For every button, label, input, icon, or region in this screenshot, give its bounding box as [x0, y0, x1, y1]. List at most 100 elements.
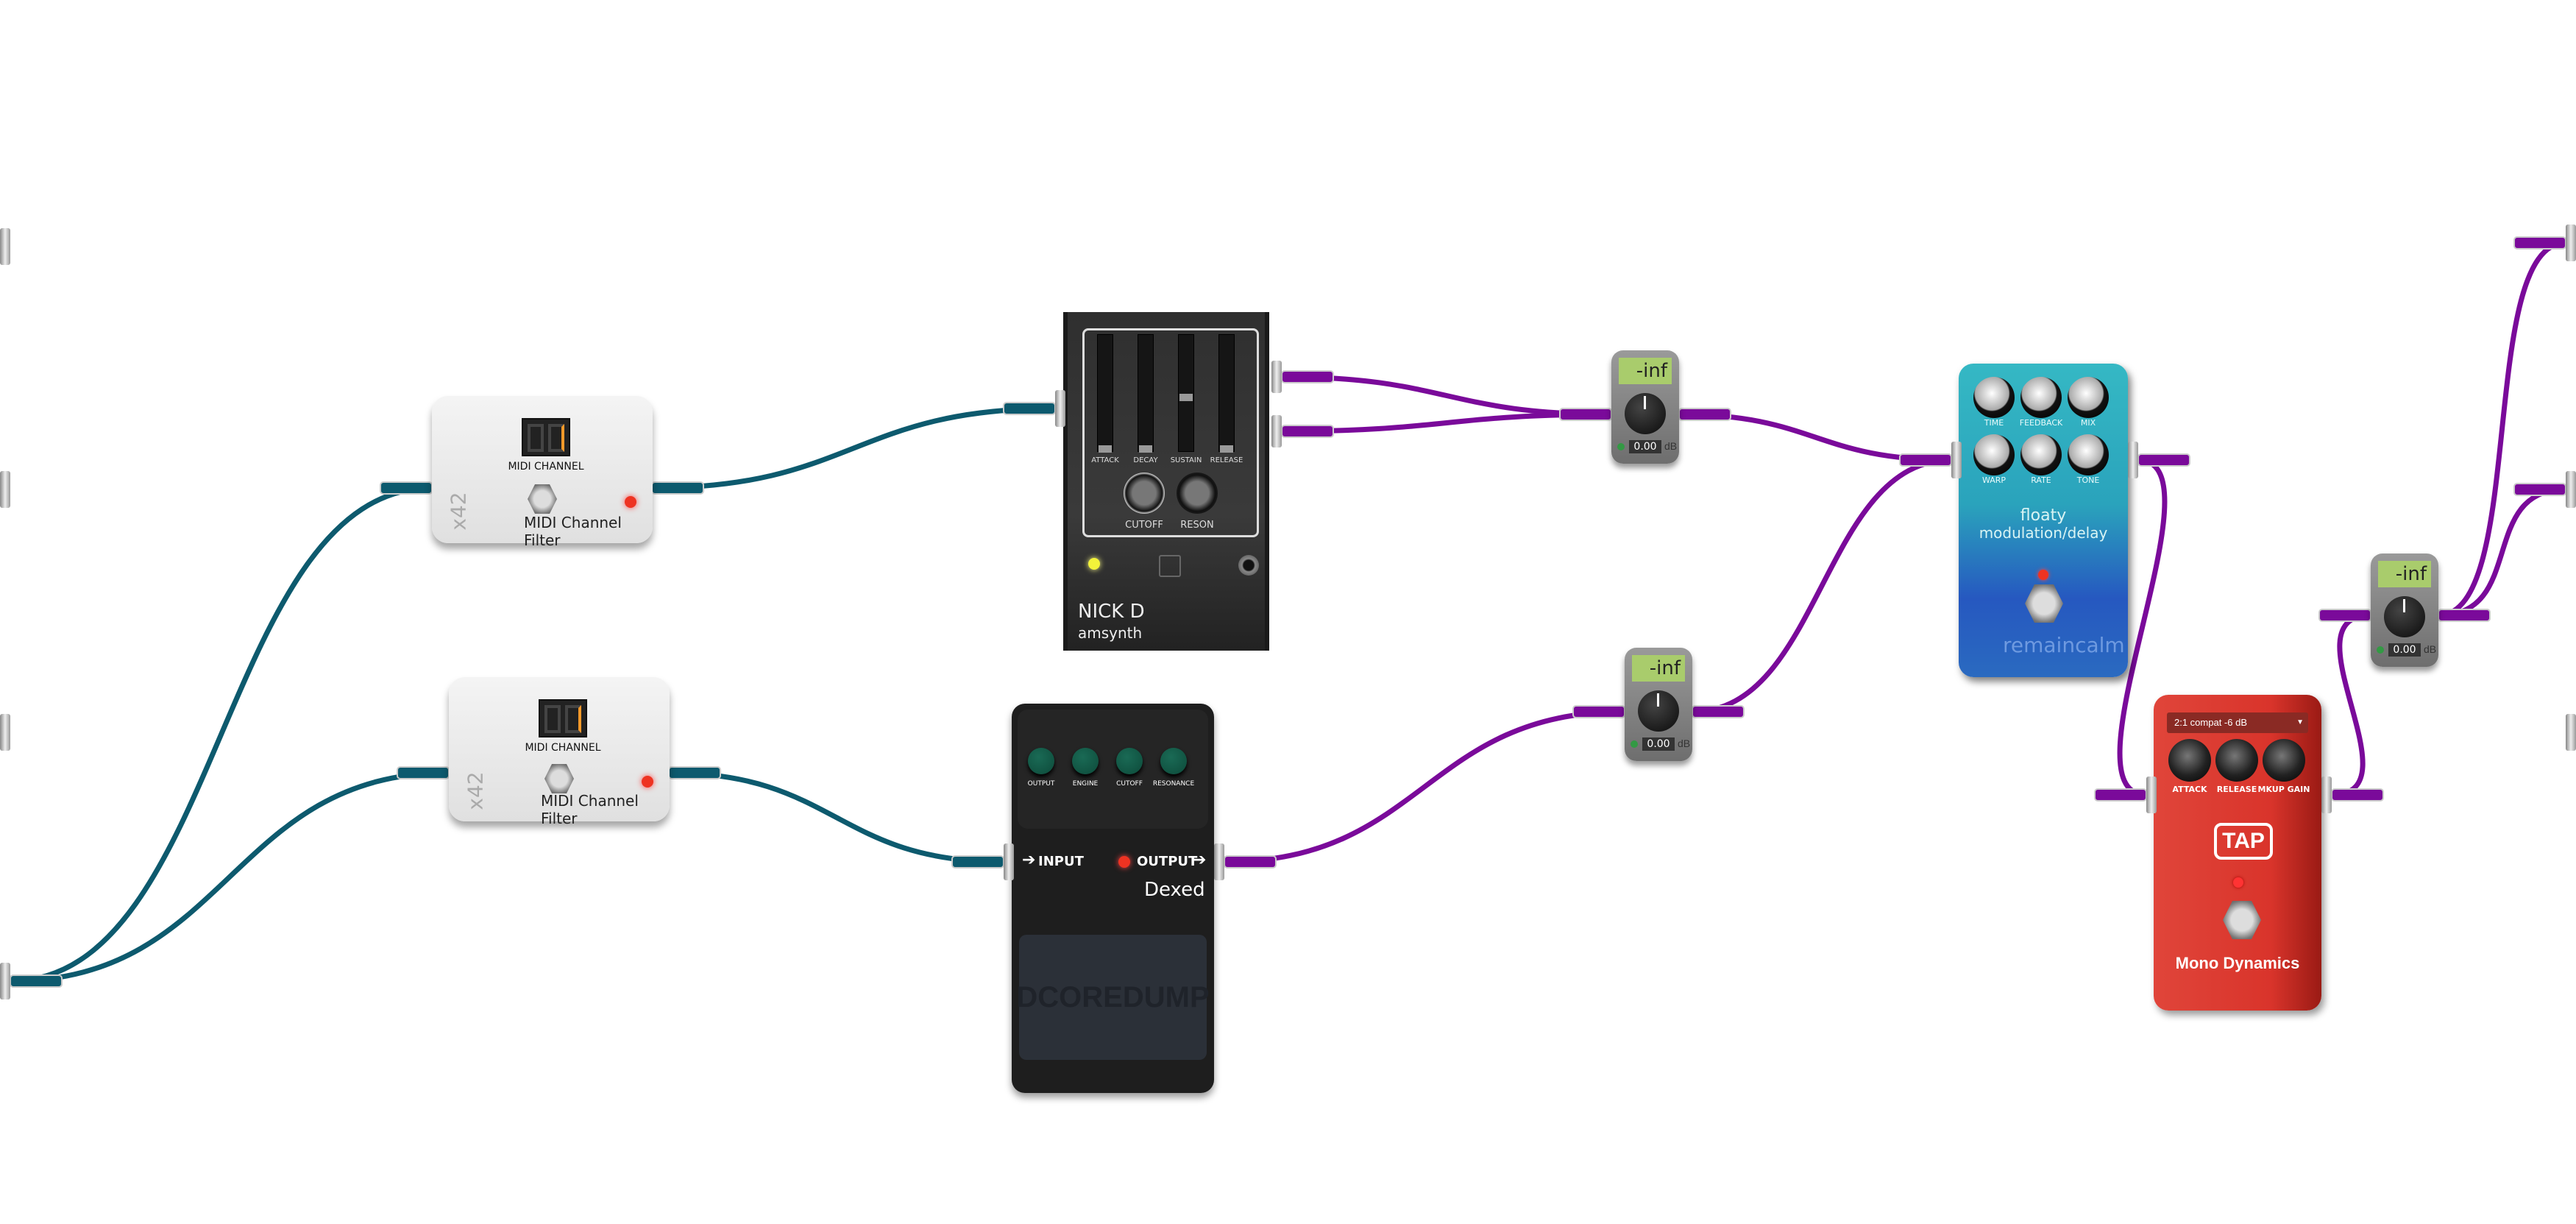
- system-playback-jack[interactable]: [2566, 471, 2576, 508]
- system-capture-jack[interactable]: [0, 228, 10, 265]
- slider-handle[interactable]: [1220, 445, 1233, 453]
- midi-in-jack[interactable]: [1055, 390, 1065, 427]
- mkup-gain-knob[interactable]: [2263, 739, 2305, 782]
- cutoff-label: CUTOFF: [1116, 780, 1143, 788]
- cable-plug[interactable]: [1572, 705, 1625, 718]
- reson-knob[interactable]: [1177, 473, 1218, 514]
- slider-handle[interactable]: [1099, 445, 1112, 453]
- attack-label: ATTACK: [1091, 456, 1119, 464]
- resonance-knob[interactable]: [1160, 748, 1187, 774]
- slider-handle[interactable]: [1179, 394, 1193, 401]
- dexed-pedal[interactable]: OUTPUT ENGINE CUTOFF RESONANCE INPUT OUT…: [1012, 704, 1214, 1093]
- engine-knob[interactable]: [1072, 748, 1099, 774]
- cable-plug[interactable]: [1678, 408, 1731, 421]
- cable-plug[interactable]: [1281, 425, 1334, 438]
- input-arrow-icon: ➔: [1022, 851, 1036, 869]
- cable-plug[interactable]: [651, 481, 704, 495]
- slider-handle[interactable]: [1139, 445, 1152, 453]
- midi-channel-filter-1[interactable]: MIDI CHANNEL x42 MIDI Channel Filter: [432, 396, 653, 549]
- channel-display[interactable]: [539, 699, 587, 737]
- patch-cable[interactable]: [668, 770, 1004, 865]
- footswitch[interactable]: [528, 484, 557, 514]
- cable-plug[interactable]: [1281, 370, 1334, 383]
- cable-plug[interactable]: [1224, 855, 1277, 869]
- cable-plug[interactable]: [951, 855, 1004, 869]
- patch-cable[interactable]: [2438, 487, 2566, 618]
- midi-in-jack[interactable]: [1004, 843, 1014, 880]
- footswitch-pad[interactable]: DCOREDUMP: [1016, 935, 1210, 1060]
- footswitch[interactable]: [2223, 901, 2261, 939]
- sustain-slider[interactable]: [1178, 334, 1194, 452]
- cable-plug[interactable]: [380, 481, 433, 495]
- cable-plug[interactable]: [397, 766, 450, 779]
- cable-plug[interactable]: [1692, 705, 1745, 718]
- toggle-switch[interactable]: [1238, 555, 1259, 576]
- patch-cable[interactable]: [1678, 411, 1952, 463]
- amsynth-pedal[interactable]: ATTACK DECAY SUSTAIN RELEASE CUTOFF RESO…: [1063, 312, 1269, 651]
- cable-plug[interactable]: [2094, 788, 2147, 802]
- patch-cable[interactable]: [10, 485, 433, 984]
- footswitch[interactable]: [544, 764, 574, 793]
- rate-knob[interactable]: [2020, 434, 2062, 475]
- patch-cable[interactable]: [1692, 457, 1952, 715]
- output-knob[interactable]: [1028, 748, 1054, 774]
- audio-out-jack[interactable]: [1271, 361, 1282, 393]
- cable-plug[interactable]: [2318, 609, 2371, 622]
- release-slider[interactable]: [1218, 334, 1235, 453]
- audio-out-jack[interactable]: [1214, 843, 1224, 880]
- cable-plug[interactable]: [2513, 236, 2566, 250]
- cutoff-knob[interactable]: [1116, 748, 1143, 774]
- cable-plug[interactable]: [1559, 408, 1612, 421]
- status-led: [2038, 570, 2048, 580]
- tone-knob[interactable]: [2068, 434, 2109, 475]
- cable-plug[interactable]: [1003, 402, 1056, 415]
- audio-in-jack[interactable]: [2146, 777, 2157, 813]
- cable-plug[interactable]: [668, 766, 721, 779]
- time-knob[interactable]: [1973, 377, 2015, 418]
- patch-cable[interactable]: [2331, 612, 2371, 798]
- attack-slider[interactable]: [1097, 334, 1113, 453]
- cutoff-knob[interactable]: [1124, 473, 1165, 514]
- midi-channel-filter-2[interactable]: MIDI CHANNEL x42 MIDI Channel Filter: [449, 677, 670, 827]
- unit-label: dB: [1664, 440, 1678, 452]
- audio-out-jack[interactable]: [2128, 442, 2138, 478]
- system-capture-jack[interactable]: [0, 471, 10, 508]
- audio-in-jack[interactable]: [1951, 442, 1962, 478]
- gain-2[interactable]: -inf 0.00 dB: [1625, 648, 1692, 761]
- system-midi-capture-jack[interactable]: [0, 963, 10, 1000]
- channel-display[interactable]: [522, 418, 570, 456]
- patch-cable[interactable]: [651, 406, 1056, 491]
- gain-value[interactable]: 0.00: [1642, 737, 1675, 751]
- gain-1[interactable]: -inf 0.00 dB: [1611, 350, 1679, 464]
- tap-mono-dynamics-pedal[interactable]: 2:1 compat -6 dB ▼ ATTACK RELEASE MKUP G…: [2154, 695, 2321, 1011]
- gain-knob[interactable]: [1638, 690, 1679, 732]
- attack-knob[interactable]: [2168, 739, 2211, 782]
- decay-slider[interactable]: [1138, 334, 1154, 453]
- patch-cable[interactable]: [1224, 709, 1625, 865]
- system-playback-jack[interactable]: [2566, 224, 2576, 261]
- cable-plug[interactable]: [2137, 453, 2190, 467]
- cable-plug[interactable]: [1899, 453, 1952, 467]
- gain-value[interactable]: 0.00: [1629, 440, 1661, 453]
- cable-plug[interactable]: [2331, 788, 2384, 802]
- patch-cable[interactable]: [10, 770, 450, 984]
- floaty-pedal[interactable]: TIME FEEDBACK MIX WARP RATE TONE floaty …: [1959, 364, 2128, 677]
- audio-out-jack[interactable]: [2321, 777, 2332, 813]
- gain-3[interactable]: -inf 0.00 dB: [2371, 553, 2438, 667]
- mix-knob[interactable]: [2068, 377, 2109, 418]
- gain-value[interactable]: 0.00: [2388, 643, 2421, 657]
- audio-out-jack[interactable]: [1271, 415, 1282, 447]
- cable-plug[interactable]: [10, 974, 63, 988]
- release-knob[interactable]: [2215, 739, 2258, 782]
- system-playback-jack[interactable]: [2566, 714, 2576, 751]
- gain-knob[interactable]: [1625, 393, 1666, 434]
- display-label: MIDI CHANNEL: [508, 461, 584, 473]
- warp-knob[interactable]: [1973, 434, 2015, 475]
- feedback-knob[interactable]: [2020, 377, 2062, 418]
- gain-knob[interactable]: [2384, 596, 2425, 637]
- system-capture-jack[interactable]: [0, 714, 10, 751]
- footswitch[interactable]: [2025, 584, 2063, 623]
- cable-plug[interactable]: [2513, 483, 2566, 496]
- cable-plug[interactable]: [2438, 609, 2491, 622]
- preset-dropdown[interactable]: 2:1 compat -6 dB ▼: [2167, 712, 2308, 733]
